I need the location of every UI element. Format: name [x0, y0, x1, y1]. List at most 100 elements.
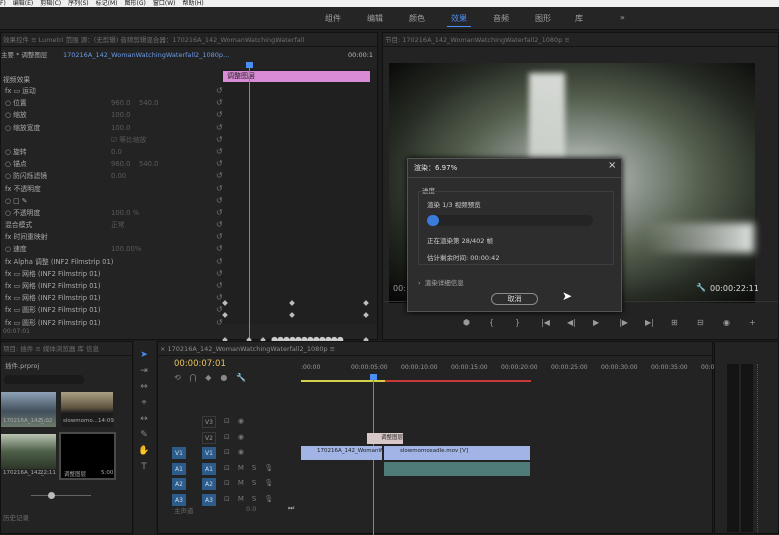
transport-button-icon[interactable]: ▶| [645, 318, 654, 327]
ec-playhead[interactable] [249, 63, 250, 343]
effect-controls-tabs[interactable]: 效果控件 ≡ Lumetri 范围 源：(无剪辑) 音频剪辑混合器：170216… [1, 33, 377, 47]
transport-button-icon[interactable]: { [489, 318, 494, 327]
ec-playhead-handle[interactable] [246, 62, 253, 68]
reset-icon[interactable]: ↺ [216, 146, 223, 158]
transport-button-icon[interactable]: |◀ [541, 318, 550, 327]
transport-button-icon[interactable]: |▶ [619, 318, 628, 327]
reset-icon[interactable]: ↺ [216, 97, 223, 109]
effect-property-row[interactable]: ○ 锚点 960.0 540.0 ↺ [5, 158, 223, 170]
reset-icon[interactable]: ↺ [216, 109, 223, 121]
effect-property-row[interactable]: fx ▭ 圆形 (INF2 Filmstrip 01) ↺ [5, 304, 223, 316]
master-end-icon[interactable]: ⏭ [288, 504, 294, 513]
property-value[interactable]: 960.0 [111, 158, 130, 170]
menu-item[interactable]: 窗口(W) [153, 0, 176, 7]
cancel-button[interactable]: 取消 [491, 293, 538, 305]
workspace-tab-assembly[interactable]: 组件 [325, 13, 341, 24]
timeline-tab[interactable]: × 170216A_142_WomanWatchingWaterfall2_10… [158, 342, 712, 356]
hand-tool-icon[interactable]: ✋ [138, 445, 150, 457]
workspace-tab-audio[interactable]: 音频 [493, 13, 509, 24]
transport-button-icon[interactable]: ◀| [567, 318, 576, 327]
type-tool-icon[interactable]: T [138, 461, 150, 473]
effect-property-row[interactable]: ○ 旋转 0.0 ↺ [5, 146, 223, 158]
effect-property-row[interactable]: fx ▭ 网格 (INF2 Filmstrip 01) ↺ [5, 268, 223, 280]
source-patch[interactable]: A3 [172, 493, 186, 506]
effect-property-row[interactable]: ○ □ ✎ ↺ [5, 195, 223, 207]
render-details-toggle[interactable]: › 渲染详细信息 [418, 277, 464, 287]
transport-button-icon[interactable]: ▶ [593, 318, 599, 327]
pen-tool-icon[interactable]: ✎ [138, 429, 150, 441]
track-controls-icons[interactable]: ⊡MS🎙 [224, 479, 281, 487]
zoom-slider-handle[interactable] [48, 492, 55, 499]
menu-item[interactable]: 序列(S) [68, 0, 89, 7]
menu-item[interactable]: 帮助(H) [182, 0, 203, 7]
property-value[interactable]: 100.0 [111, 109, 130, 121]
reset-icon[interactable]: ↺ [216, 317, 223, 329]
sequence-clip-link[interactable]: 170216A_142_WomanWatchingWaterfall2_1080… [63, 49, 229, 61]
workspace-tab-libraries[interactable]: 库 [575, 13, 583, 24]
workspace-tab-graphics[interactable]: 图形 [535, 13, 551, 24]
track-target[interactable]: V2 [202, 431, 216, 444]
property-value[interactable]: 0.0 [111, 146, 122, 158]
workspace-tab-color[interactable]: 颜色 [409, 13, 425, 24]
history-tab[interactable]: 历史记录 [3, 512, 29, 522]
reset-icon[interactable]: ↺ [216, 122, 223, 134]
track-select-tool-icon[interactable]: ⇥ [138, 365, 150, 377]
effect-property-row[interactable]: ○ 缩放宽度 100.0 ↺ [5, 122, 223, 134]
video-clip-v1[interactable]: 170216A_142_WomanWatchingWater [301, 446, 382, 460]
property-value[interactable]: 0.00 [111, 170, 126, 182]
wrench-icon[interactable]: 🔧 [696, 283, 706, 292]
master-value[interactable]: 0.0 [246, 505, 256, 513]
audio-clip-a1[interactable] [384, 462, 530, 476]
reset-icon[interactable]: ↺ [216, 280, 223, 292]
menu-item[interactable]: 剪辑(C) [40, 0, 61, 7]
property-value-2[interactable]: 540.0 [139, 97, 158, 109]
effect-property-row[interactable]: ○ 不透明度 100.0 % ↺ [5, 207, 223, 219]
transport-button-icon[interactable]: ⊞ [671, 318, 678, 327]
track-controls-icons[interactable]: ⊡◉ [224, 417, 252, 425]
adjustment-layer-clip-bar[interactable]: 调整图层 [223, 71, 370, 82]
effect-property-row[interactable]: fx ▭ 网格 (INF2 Filmstrip 01) ↺ [5, 292, 223, 304]
property-value[interactable]: 100.0 % [111, 207, 139, 219]
reset-icon[interactable]: ↺ [216, 243, 223, 255]
slip-tool-icon[interactable]: ↔ [138, 413, 150, 425]
property-value[interactable]: 960.0 [111, 97, 130, 109]
effect-property-row[interactable]: ○ 位置 960.0 540.0 ↺ [5, 97, 223, 109]
reset-icon[interactable]: ↺ [216, 256, 223, 268]
timeline-toolbar-icons[interactable]: ⟲⋂◆●🔧 [174, 373, 255, 382]
track-target[interactable]: A1 [202, 462, 216, 475]
track-area[interactable] [301, 416, 713, 506]
project-search-input[interactable] [4, 375, 84, 384]
property-value[interactable]: 100.00% [111, 243, 141, 255]
track-target[interactable]: V1 [202, 447, 216, 459]
effect-property-row[interactable]: fx 时间重映射 ↺ [5, 231, 223, 243]
keyframe-area[interactable] [221, 69, 377, 324]
effect-property-row[interactable]: ○ 防闪烁滤镜 0.00 ↺ [5, 170, 223, 182]
reset-icon[interactable]: ↺ [216, 183, 223, 195]
effect-property-row[interactable]: fx Alpha 调整 (INF2 Filmstrip 01) ↺ [5, 256, 223, 268]
reset-icon[interactable]: ↺ [216, 85, 223, 97]
timeline-timecode[interactable]: 00:00:07:01 [174, 359, 226, 369]
adjustment-layer-clip[interactable]: 调整图层 [367, 433, 403, 444]
effect-property-row[interactable]: fx ▭ 圆形 (INF2 Filmstrip 01) ↺ [5, 317, 223, 329]
property-value[interactable]: 正常 [111, 219, 125, 231]
menu-item[interactable]: 标记(M) [96, 0, 118, 7]
timeline-ruler[interactable]: :00:00 00:00:05:00 00:00:10:00 00:00:15:00 0… [301, 364, 718, 378]
thumbnail-clip-3[interactable] [1, 434, 56, 469]
transport-button-icon[interactable]: ⬢ [463, 318, 470, 327]
source-patch[interactable]: A2 [172, 478, 186, 490]
reset-icon[interactable]: ↺ [216, 158, 223, 170]
reset-icon[interactable]: ↺ [216, 134, 223, 146]
track-controls-icons[interactable]: ⊡◉ [224, 448, 252, 456]
zoom-slider[interactable] [31, 495, 91, 496]
property-value[interactable]: 100.0 [111, 122, 130, 134]
source-patch[interactable]: A1 [172, 462, 186, 475]
track-controls-icons[interactable]: ⊡MS🎙 [224, 495, 281, 503]
selection-tool-icon[interactable]: ➤ [138, 349, 150, 361]
track-target[interactable]: A3 [202, 493, 216, 506]
track-controls-icons[interactable]: ⊡◉ [224, 433, 252, 441]
project-tabs[interactable]: 项目: 插件 ≡ 媒体浏览器 库 信息 [1, 342, 132, 356]
effect-property-row[interactable]: fx ▭ 运动 ↺ [5, 85, 223, 97]
transport-button-icon[interactable]: ⊟ [697, 318, 704, 327]
reset-icon[interactable]: ↺ [216, 170, 223, 182]
effect-property-row[interactable]: fx 不透明度 ↺ [5, 183, 223, 195]
